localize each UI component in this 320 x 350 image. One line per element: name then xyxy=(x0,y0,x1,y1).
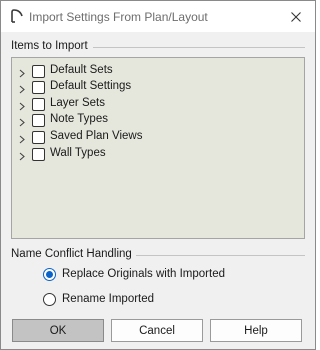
chevron-right-icon[interactable] xyxy=(18,100,26,111)
radio-label: Rename Imported xyxy=(62,293,155,305)
cancel-button[interactable]: Cancel xyxy=(111,319,203,342)
help-button[interactable]: Help xyxy=(210,319,302,342)
chevron-right-icon[interactable] xyxy=(18,150,26,161)
checkbox-default-sets[interactable] xyxy=(32,65,45,78)
conflict-section-divider xyxy=(136,255,305,256)
close-icon xyxy=(291,11,301,22)
tree-item-label: Layer Sets xyxy=(50,97,105,109)
radio-button[interactable] xyxy=(43,293,56,306)
tree-item-label: Saved Plan Views xyxy=(50,130,143,142)
tree-item-label: Default Settings xyxy=(50,80,132,92)
checkbox-layer-sets[interactable] xyxy=(32,98,45,111)
tree-item-label: Note Types xyxy=(50,113,108,125)
chevron-right-icon[interactable] xyxy=(18,83,26,94)
chevron-right-icon[interactable] xyxy=(18,67,26,78)
name-conflict-heading: Name Conflict Handling xyxy=(11,248,132,260)
import-settings-dialog: Import Settings From Plan/Layout Items t… xyxy=(0,0,316,350)
ok-button[interactable]: OK xyxy=(12,319,104,342)
tree-item-note-types[interactable]: Note Types xyxy=(12,112,304,129)
radio-label: Replace Originals with Imported xyxy=(62,268,225,280)
items-section-divider xyxy=(93,47,305,48)
close-button[interactable] xyxy=(277,1,315,32)
app-logo-icon xyxy=(9,8,25,24)
chevron-right-icon[interactable] xyxy=(18,116,26,127)
tree-item-saved-plan-views[interactable]: Saved Plan Views xyxy=(12,129,304,146)
items-to-import-heading: Items to Import xyxy=(11,40,88,52)
tree-item-default-settings[interactable]: Default Settings xyxy=(12,79,304,96)
tree-item-wall-types[interactable]: Wall Types xyxy=(12,146,304,163)
tree-item-label: Default Sets xyxy=(50,64,113,76)
radio-button-selected[interactable] xyxy=(43,268,56,281)
tree-item-label: Wall Types xyxy=(50,147,106,159)
title-bar[interactable]: Import Settings From Plan/Layout xyxy=(1,1,315,32)
window-title: Import Settings From Plan/Layout xyxy=(29,10,208,24)
checkbox-default-settings[interactable] xyxy=(32,81,45,94)
checkbox-wall-types[interactable] xyxy=(32,148,45,161)
tree-item-default-sets[interactable]: Default Sets xyxy=(12,63,304,80)
checkbox-saved-plan-views[interactable] xyxy=(32,131,45,144)
tree-item-layer-sets[interactable]: Layer Sets xyxy=(12,96,304,113)
chevron-right-icon[interactable] xyxy=(18,133,26,144)
items-tree[interactable]: Default Sets Default Settings Layer Sets… xyxy=(11,57,305,239)
checkbox-note-types[interactable] xyxy=(32,114,45,127)
